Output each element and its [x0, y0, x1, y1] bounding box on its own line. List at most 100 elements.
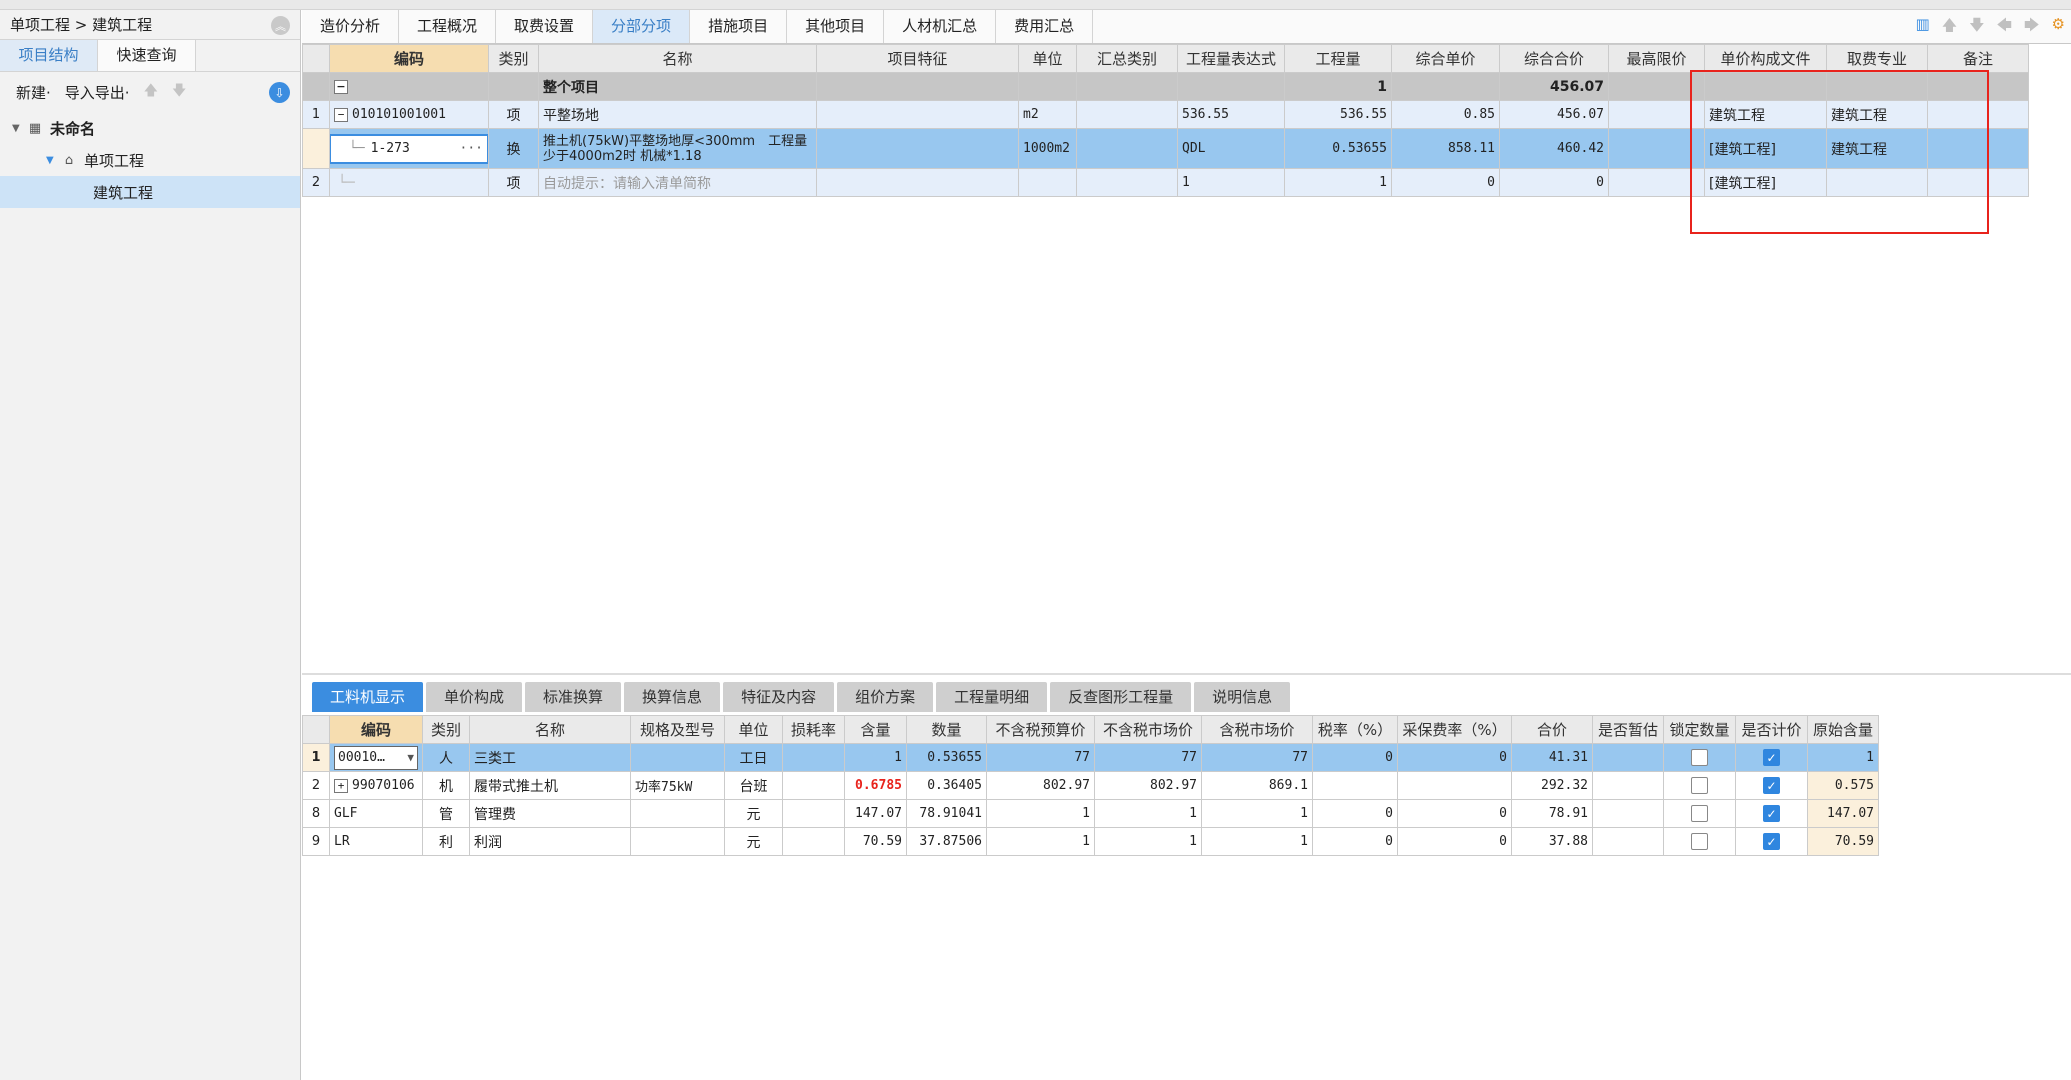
settings-icon[interactable]: ⚙ [2052, 15, 2065, 40]
cell-tax[interactable]: 0 [1312, 743, 1398, 772]
col-market-price[interactable]: 不含税市场价 [1094, 715, 1202, 744]
cell-major[interactable]: 建筑工程 [1826, 128, 1928, 169]
cell-taxed[interactable]: 1 [1201, 827, 1313, 856]
col-original-content[interactable]: 原始含量 [1807, 715, 1879, 744]
cell-code[interactable]: +99070106 [329, 771, 423, 800]
cell-taxed[interactable]: 1 [1201, 799, 1313, 828]
tab-overview[interactable]: 工程概况 [399, 10, 497, 43]
cell-type[interactable]: 管 [422, 799, 470, 828]
col-unit[interactable]: 单位 [724, 715, 783, 744]
chart-icon[interactable]: ▥ [1916, 15, 1930, 40]
cell-spec[interactable] [630, 799, 725, 828]
collapse-icon[interactable]: − [334, 79, 348, 94]
right-icon[interactable]: 🡆 [2024, 15, 2040, 40]
cell-feature[interactable] [816, 168, 1019, 197]
cell-max[interactable] [1608, 168, 1705, 197]
cell-feature[interactable] [816, 100, 1019, 129]
import-export-button[interactable]: 导入导出· [65, 82, 130, 103]
cell-budget[interactable]: 802.97 [986, 771, 1095, 800]
cell-type[interactable]: 利 [422, 827, 470, 856]
code-combo[interactable]: 00010… ▼ [334, 745, 418, 770]
cell-budget[interactable]: 77 [986, 743, 1095, 772]
cell-type[interactable]: 人 [422, 743, 470, 772]
cell-provisional[interactable] [1592, 743, 1664, 772]
cell-content[interactable]: 1 [844, 743, 907, 772]
cell-loss[interactable] [782, 799, 845, 828]
move-up-icon[interactable]: 🡅 [144, 80, 158, 104]
sub-row[interactable]: 9 LR 利 利润 元 70.59 37.87506 1 1 1 0 0 37.… [302, 827, 1879, 856]
table-row-selected[interactable]: └─ 1-273 ··· 换 推土机(75kW)平整场地厚<300mm 工程量少… [302, 128, 2029, 169]
cell-content[interactable]: 0.6785 [844, 771, 907, 800]
cell-major[interactable] [1826, 168, 1928, 197]
col-unit[interactable]: 单位 [1018, 44, 1077, 73]
tree-item-building[interactable]: 建筑工程 [0, 176, 300, 208]
cell-expr[interactable]: 536.55 [1177, 100, 1285, 129]
tab-quick-query[interactable]: 快速查询 [98, 40, 196, 71]
cell-unit[interactable]: 1000m2 [1018, 128, 1077, 169]
tab-other-items[interactable]: 其他项目 [787, 10, 885, 43]
tab-graphic-qty[interactable]: 反查图形工程量 [1050, 682, 1192, 712]
cell-type[interactable]: 机 [422, 771, 470, 800]
col-tax-rate[interactable]: 税率（%） [1312, 715, 1398, 744]
cell-name[interactable]: 管理费 [469, 799, 631, 828]
cell-name[interactable]: 平整场地 [538, 100, 817, 129]
col-amount[interactable]: 综合合价 [1499, 44, 1609, 73]
cell-summary[interactable] [1076, 168, 1178, 197]
col-fee-major[interactable]: 取费专业 [1826, 44, 1928, 73]
col-feature[interactable]: 项目特征 [816, 44, 1019, 73]
tab-fee-settings[interactable]: 取费设置 [496, 10, 594, 43]
cell-qty[interactable]: 37.87506 [906, 827, 987, 856]
cell-loss[interactable] [782, 827, 845, 856]
cell-provisional[interactable] [1592, 799, 1664, 828]
priced-checkbox[interactable]: ✓ [1763, 833, 1780, 850]
col-taxed-price[interactable]: 含税市场价 [1201, 715, 1313, 744]
lock-checkbox[interactable] [1691, 749, 1708, 766]
cell-note[interactable] [1927, 168, 2029, 197]
cell-summary[interactable] [1076, 128, 1178, 169]
chevron-down-icon[interactable]: ▼ [407, 751, 414, 764]
col-loss[interactable]: 损耗率 [782, 715, 845, 744]
cell-budget[interactable]: 1 [986, 827, 1095, 856]
tab-cost-summary[interactable]: 费用汇总 [996, 10, 1094, 43]
tree-root[interactable]: ▼ ▦ 未命名 [0, 112, 300, 144]
tab-price-composition[interactable]: 单价构成 [426, 682, 523, 712]
move-down-icon[interactable]: 🡇 [172, 80, 186, 104]
cell-price[interactable]: 0 [1391, 168, 1500, 197]
cell-qty[interactable]: 0.36405 [906, 771, 987, 800]
cell-price[interactable]: 0.85 [1391, 100, 1500, 129]
priced-checkbox[interactable]: ✓ [1763, 749, 1780, 766]
download-icon[interactable]: ⇩ [269, 82, 290, 103]
lock-checkbox[interactable] [1691, 833, 1708, 850]
col-qty-expr[interactable]: 工程量表达式 [1177, 44, 1285, 73]
col-max-price[interactable]: 最高限价 [1608, 44, 1705, 73]
cell-taxed[interactable]: 869.1 [1201, 771, 1313, 800]
lock-checkbox[interactable] [1691, 805, 1708, 822]
col-unit-price[interactable]: 综合单价 [1391, 44, 1500, 73]
cell-type[interactable]: 项 [488, 168, 539, 197]
collapse-icon[interactable]: − [334, 107, 348, 122]
col-provisional[interactable]: 是否暂估 [1592, 715, 1664, 744]
cell-taxed[interactable]: 77 [1201, 743, 1313, 772]
tab-resources[interactable]: 工料机显示 [312, 682, 424, 712]
cell-loss[interactable] [782, 743, 845, 772]
tree-item-single-project[interactable]: ▼ ⌂ 单项工程 [0, 144, 300, 176]
cell-file[interactable]: 建筑工程 [1704, 100, 1827, 129]
cell-fee[interactable]: 0 [1397, 743, 1512, 772]
cell-fee[interactable]: 0 [1397, 799, 1512, 828]
cell-type[interactable]: 换 [488, 128, 539, 169]
col-qty[interactable]: 工程量 [1284, 44, 1392, 73]
expand-icon[interactable]: ▼ [12, 123, 26, 134]
cell-market[interactable]: 802.97 [1094, 771, 1202, 800]
up-icon[interactable]: 🡅 [1942, 15, 1957, 40]
cell-type[interactable]: 项 [488, 100, 539, 129]
cell-summary[interactable] [1076, 100, 1178, 129]
cell-code[interactable]: −010101001001 [329, 100, 489, 129]
cell-loss[interactable] [782, 771, 845, 800]
tab-cost-analysis[interactable]: 造价分析 [302, 10, 400, 43]
cell-tax[interactable]: 0 [1312, 799, 1398, 828]
cell-file[interactable]: [建筑工程] [1704, 168, 1827, 197]
tab-pricing-plan[interactable]: 组价方案 [837, 682, 934, 712]
cell-name[interactable]: 推土机(75kW)平整场地厚<300mm 工程量少于4000m2时 机械*1.1… [538, 128, 817, 169]
cell-content[interactable]: 147.07 [844, 799, 907, 828]
cell-file[interactable]: [建筑工程] [1704, 128, 1827, 169]
